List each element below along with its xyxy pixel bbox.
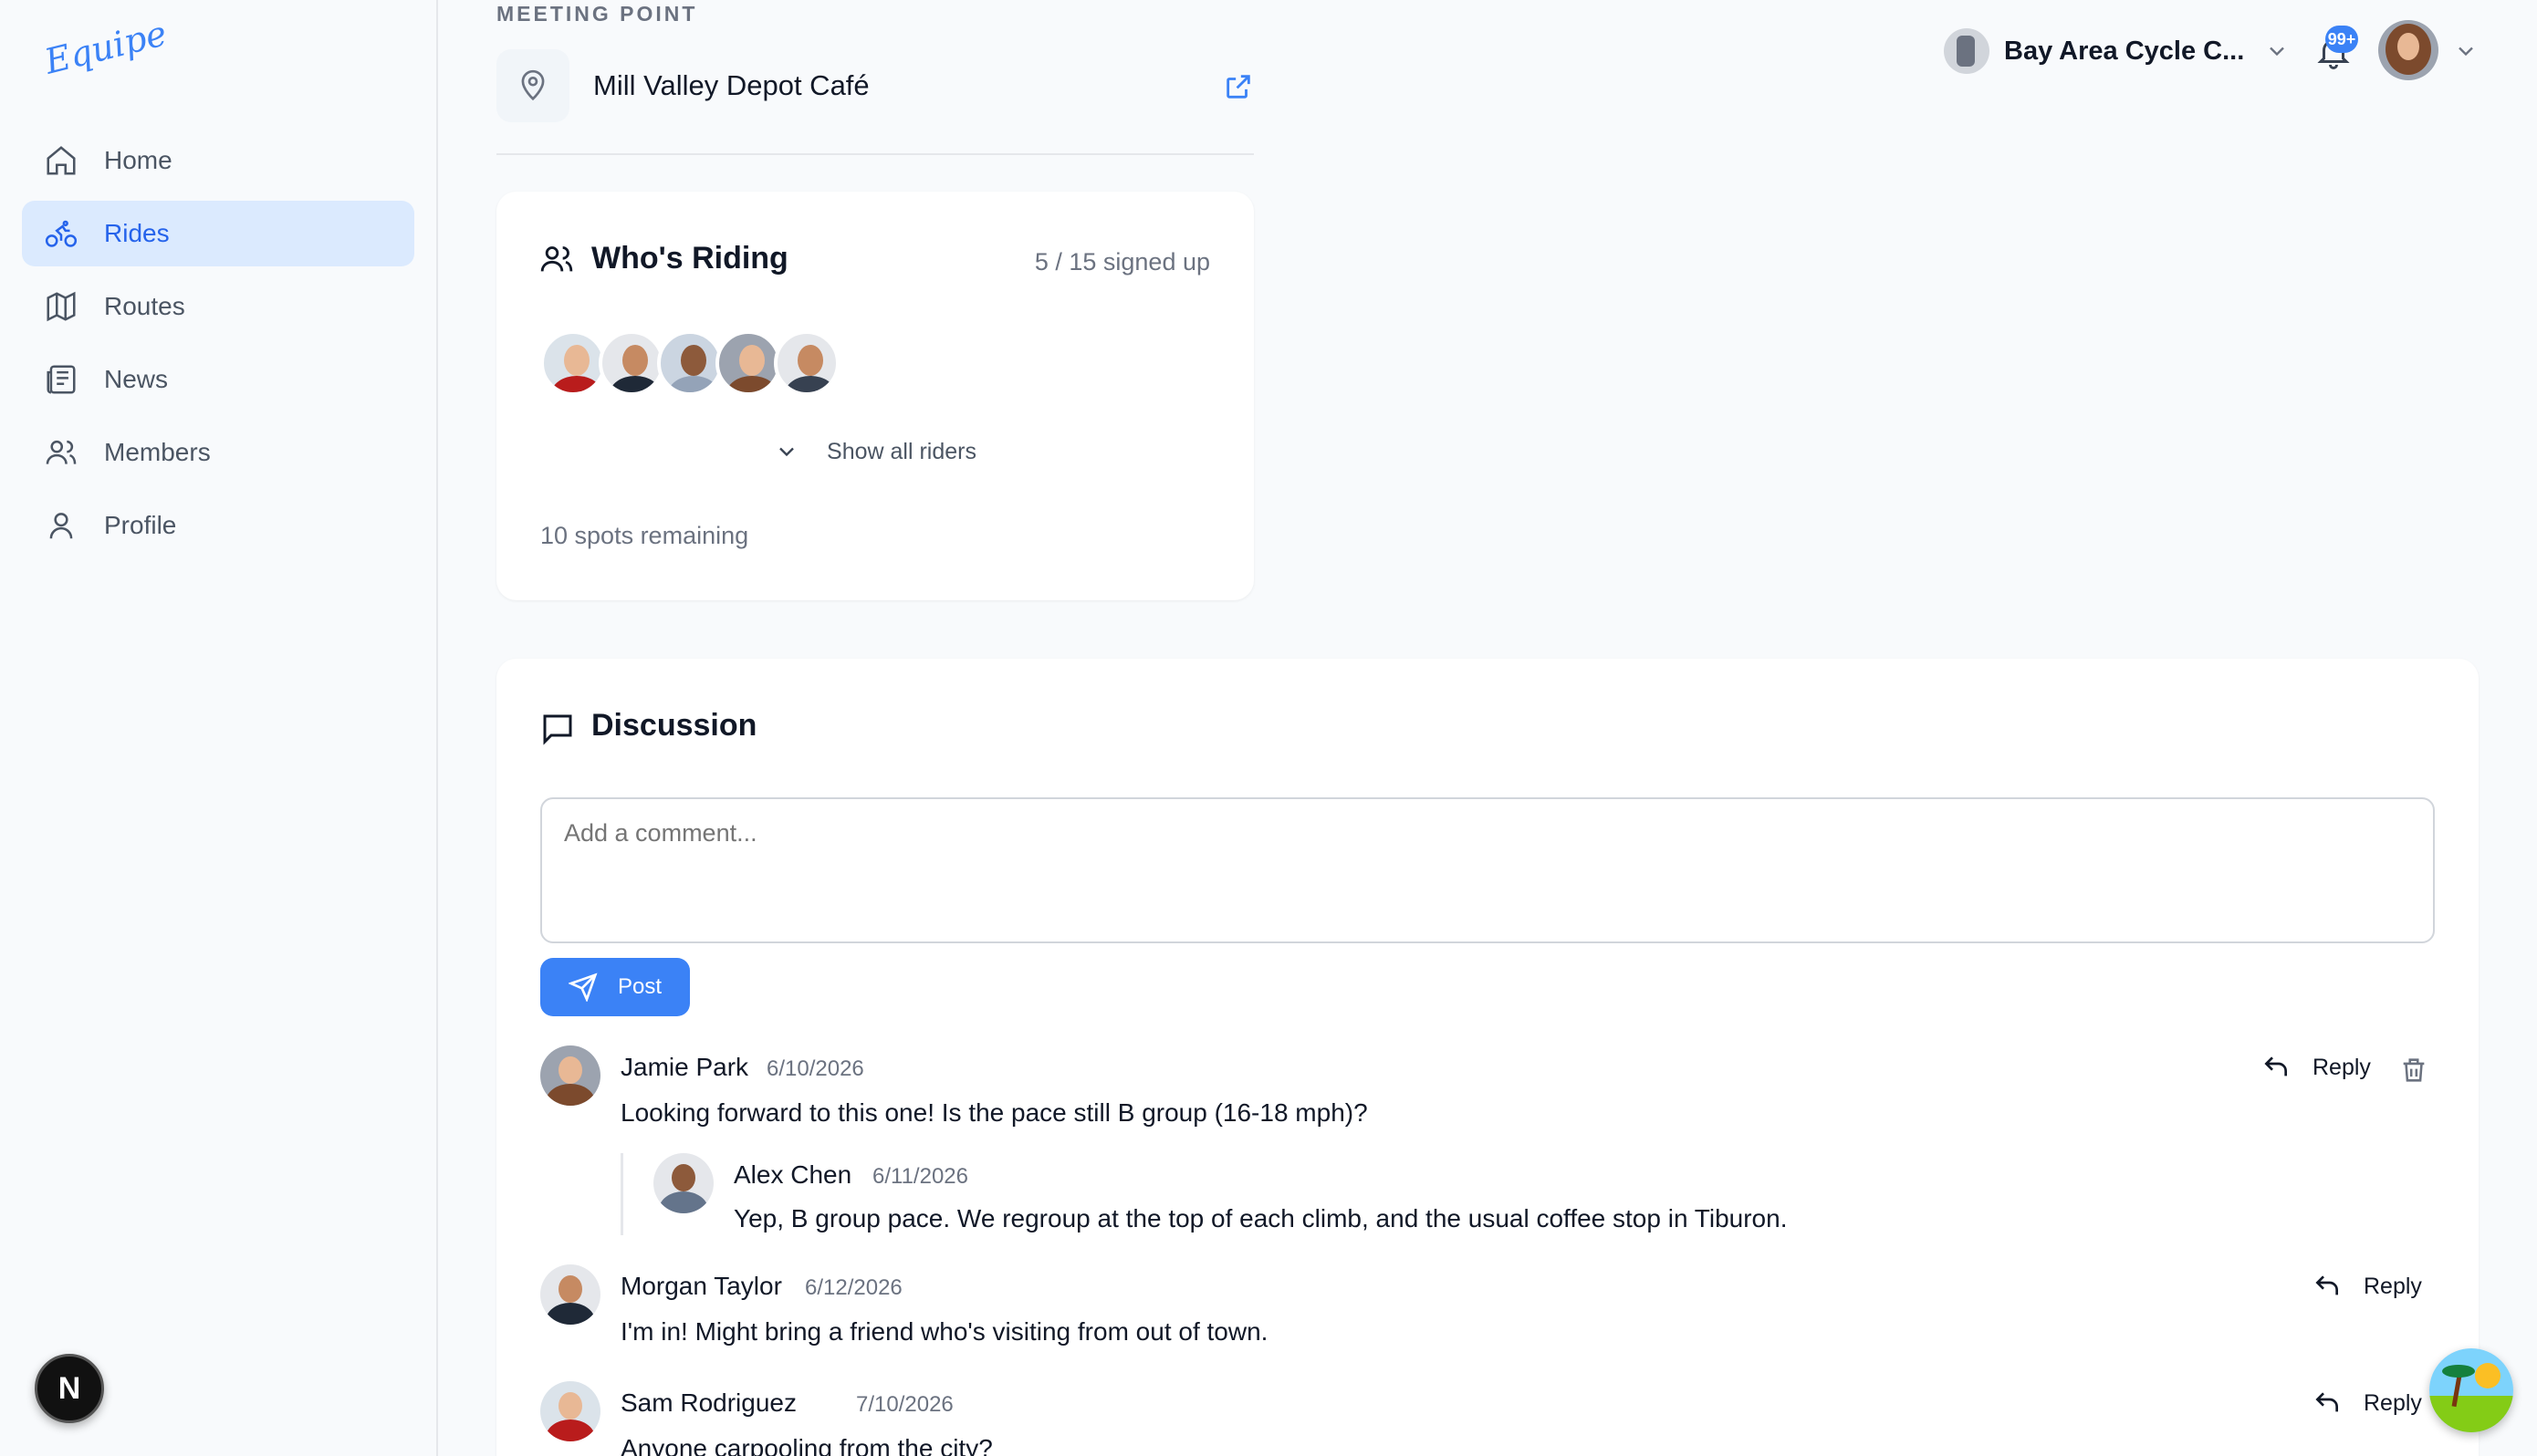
reply-thread-line <box>621 1153 626 1235</box>
comment-author[interactable]: Morgan Taylor <box>621 1272 782 1301</box>
sidebar-item-routes[interactable]: Routes <box>22 274 414 339</box>
users-icon <box>540 246 573 272</box>
reply-icon <box>2315 1392 2338 1412</box>
sidebar-item-label: Profile <box>104 511 177 539</box>
rider-avatars <box>540 330 840 396</box>
comment-author[interactable]: Jamie Park <box>621 1053 748 1082</box>
sidebar-item-home[interactable]: Home <box>22 128 414 193</box>
dev-tools-badge[interactable]: N <box>35 1354 104 1423</box>
comment-avatar[interactable] <box>540 1045 600 1106</box>
show-all-riders-button[interactable]: Show all riders <box>496 438 1254 465</box>
comment-date: 6/12/2026 <box>805 1275 903 1300</box>
newspaper-icon <box>47 365 76 394</box>
external-link-icon[interactable] <box>1223 71 1254 102</box>
meeting-point-label: MEETING POINT <box>496 2 698 26</box>
bike-icon <box>45 220 78 247</box>
comment-input[interactable] <box>540 797 2435 943</box>
sidebar-nav: Home Rides Routes News Members Profile <box>22 128 414 566</box>
discussion-title: Discussion <box>591 708 757 743</box>
signed-up-count: 5 / 15 signed up <box>1034 248 1210 276</box>
reply-button[interactable]: Reply <box>2313 1272 2422 1301</box>
sidebar-item-label: Rides <box>104 219 170 247</box>
reply-comment: Alex Chen 6/11/2026 Yep, B group pace. W… <box>653 1153 2387 1244</box>
trash-icon[interactable] <box>2398 1055 2429 1086</box>
sidebar-item-profile[interactable]: Profile <box>22 493 414 558</box>
comment: Jamie Park 6/10/2026 Looking forward to … <box>540 1045 2435 1146</box>
comment-avatar[interactable] <box>653 1153 714 1213</box>
send-icon <box>568 972 598 1002</box>
whos-riding-card: Who's Riding 5 / 15 signed up Show all r… <box>496 192 1254 600</box>
rider-avatar[interactable] <box>715 330 781 396</box>
comment-date: 7/10/2026 <box>856 1392 954 1417</box>
rider-avatar[interactable] <box>599 330 664 396</box>
comment-text: I'm in! Might bring a friend who's visit… <box>621 1317 1268 1346</box>
reply-icon <box>2264 1056 2287 1076</box>
comment-date: 6/10/2026 <box>767 1056 864 1081</box>
comment-date: 6/11/2026 <box>872 1164 968 1189</box>
comment-author[interactable]: Sam Rodriguez <box>621 1388 797 1418</box>
rider-avatar[interactable] <box>540 330 606 396</box>
comment-text: Yep, B group pace. We regroup at the top… <box>734 1204 1788 1232</box>
rider-avatar[interactable] <box>774 330 840 396</box>
reply-label: Reply <box>2313 1054 2371 1080</box>
home-icon <box>47 146 76 175</box>
post-label: Post <box>617 974 663 999</box>
spots-remaining: 10 spots remaining <box>540 522 749 549</box>
reply-button[interactable]: Reply <box>2261 1053 2371 1082</box>
show-all-riders-label: Show all riders <box>827 438 976 464</box>
discussion-card: Discussion Post Jamie Park 6/10/2026 Loo… <box>496 659 2479 1456</box>
reply-button[interactable]: Reply <box>2313 1388 2422 1418</box>
reply-label: Reply <box>2364 1273 2422 1299</box>
map-icon <box>47 291 76 322</box>
sidebar-item-label: News <box>104 365 169 393</box>
users-icon <box>46 440 77 464</box>
whos-riding-title: Who's Riding <box>591 241 788 276</box>
ride-detail-main: MEETING POINT Mill Valley Depot Café Who… <box>438 0 2537 1456</box>
comment-text: Anyone carpooling from the city? <box>621 1434 993 1456</box>
sidebar-item-news[interactable]: News <box>22 347 414 412</box>
post-button[interactable]: Post <box>540 958 690 1016</box>
sidebar-item-label: Routes <box>104 292 185 320</box>
sidebar-item-members[interactable]: Members <box>22 420 414 485</box>
assistant-avatar-button[interactable] <box>2429 1348 2513 1432</box>
sidebar-item-label: Home <box>104 146 172 174</box>
comment-author[interactable]: Alex Chen <box>734 1160 851 1190</box>
chevron-down-icon <box>779 448 794 457</box>
comment: Morgan Taylor 6/12/2026 I'm in! Might br… <box>540 1264 2435 1365</box>
comment-avatar[interactable] <box>540 1381 600 1441</box>
user-icon <box>49 513 73 539</box>
map-pin-icon <box>496 49 569 122</box>
reply-label: Reply <box>2364 1389 2422 1416</box>
app-logo[interactable]: Equipe <box>41 13 171 81</box>
comment-avatar[interactable] <box>540 1264 600 1325</box>
sidebar-item-rides[interactable]: Rides <box>22 201 414 266</box>
meeting-point-name: Mill Valley Depot Café <box>593 69 870 101</box>
reply-icon <box>2315 1275 2338 1295</box>
comment-text: Looking forward to this one! Is the pace… <box>621 1098 1368 1127</box>
message-square-icon <box>543 714 572 745</box>
sidebar-item-label: Members <box>104 438 211 466</box>
sidebar: Equipe Home Rides Routes News Members Pr… <box>0 0 438 1456</box>
comment: Sam Rodriguez 7/10/2026 Anyone carpoolin… <box>540 1381 2435 1456</box>
rider-avatar[interactable] <box>657 330 723 396</box>
meeting-point-row: Mill Valley Depot Café <box>496 49 1254 155</box>
